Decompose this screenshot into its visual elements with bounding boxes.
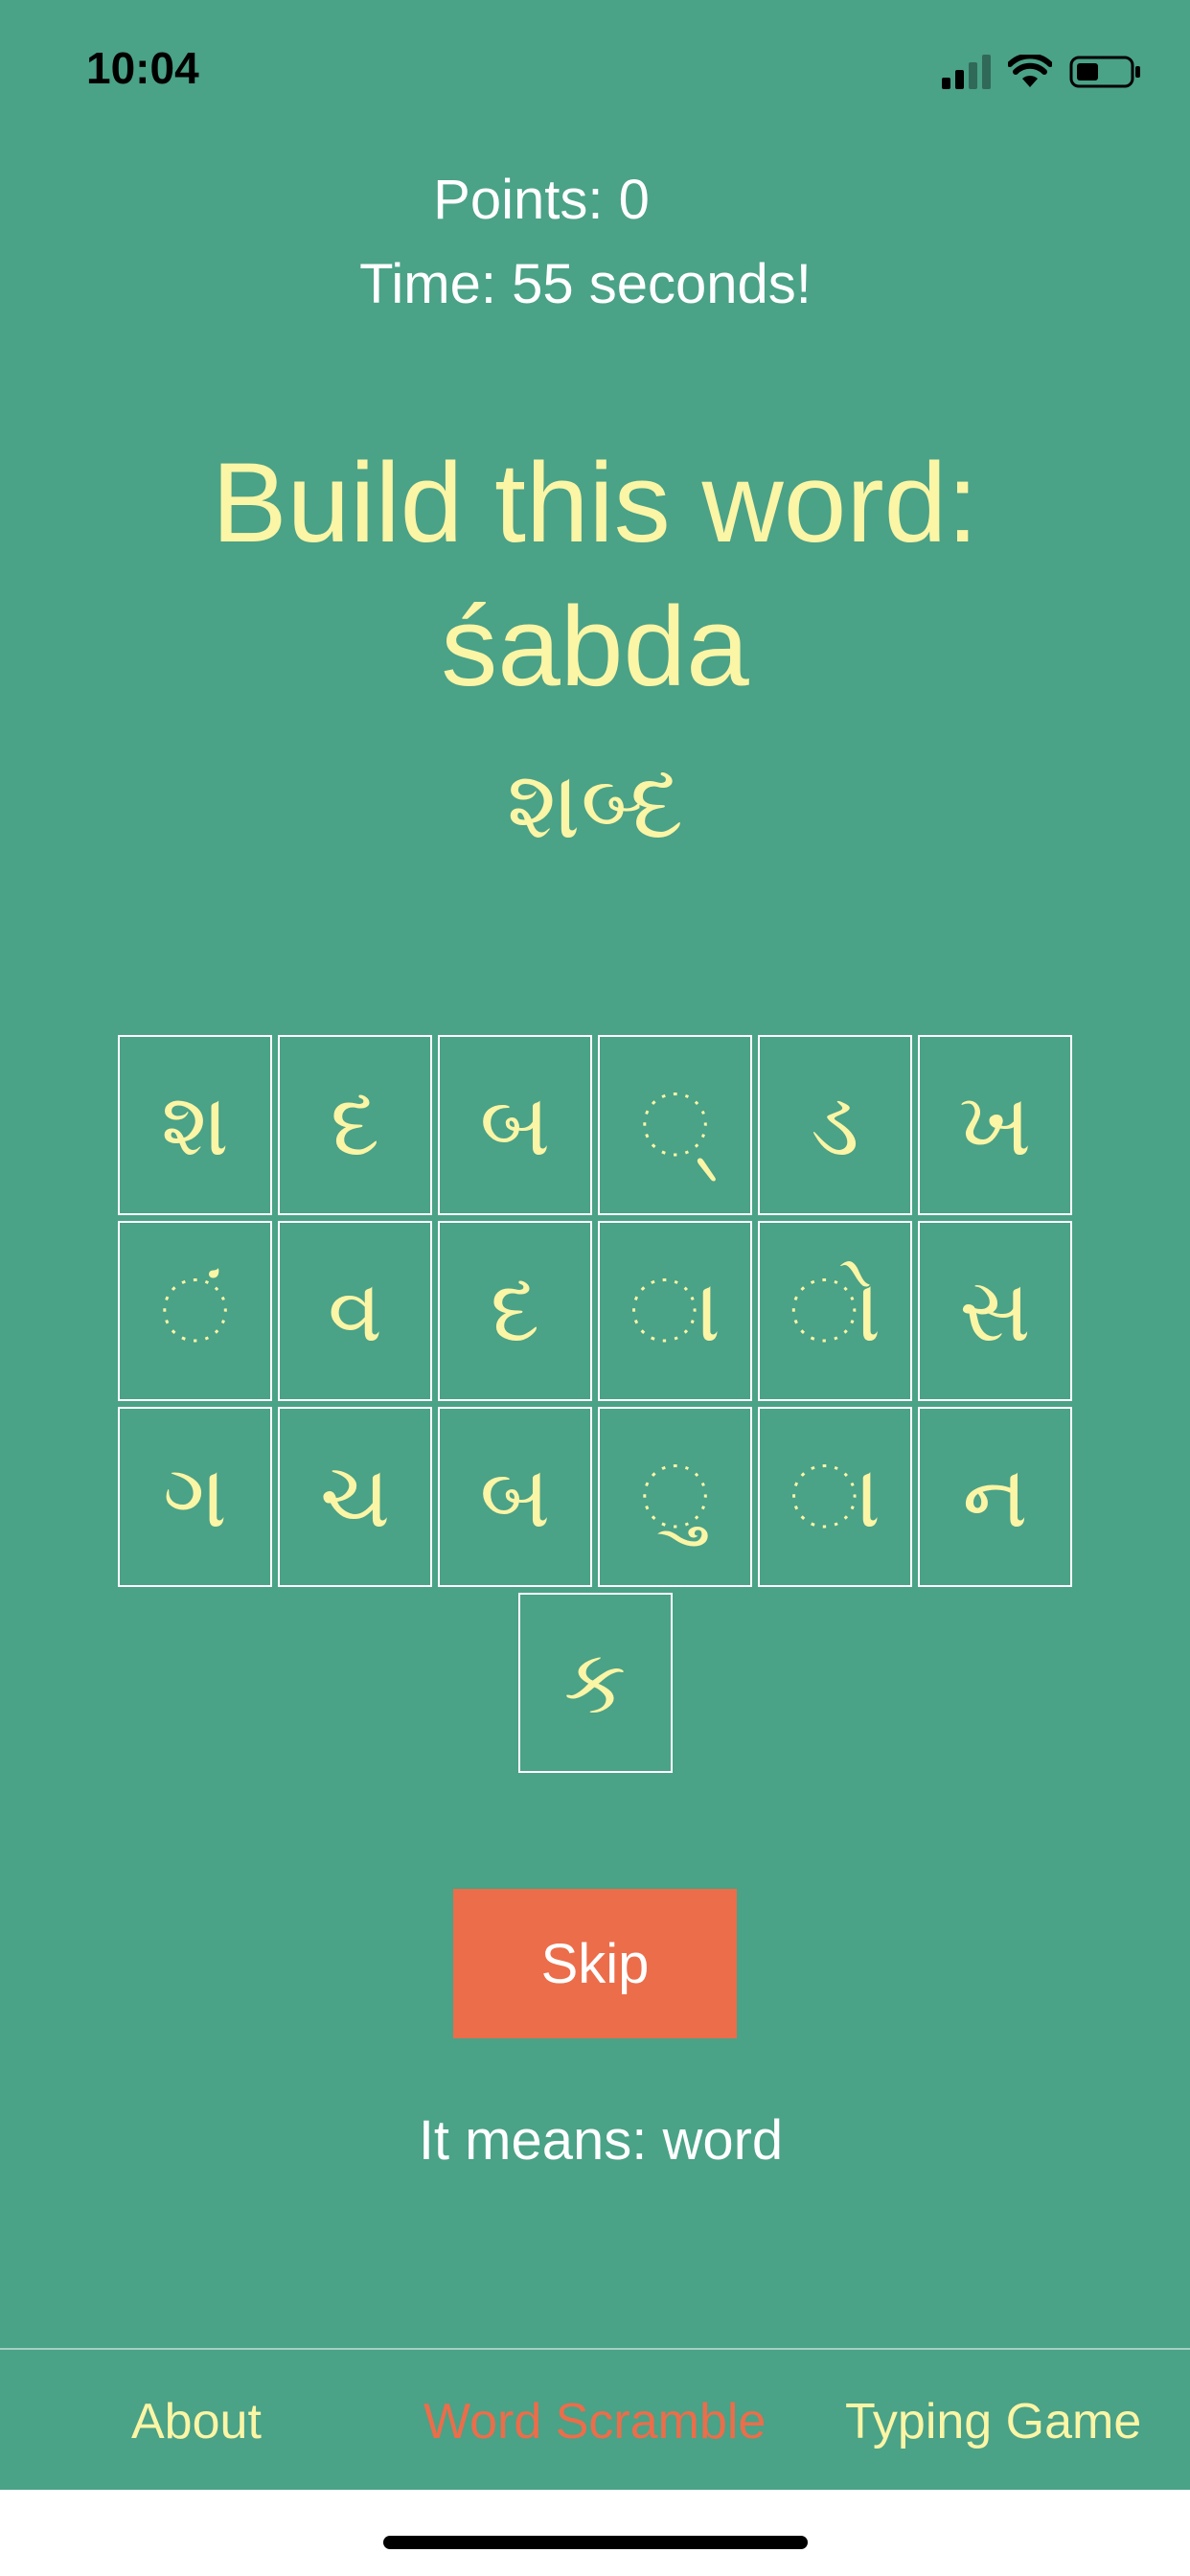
letter-tile[interactable]: સ (918, 1221, 1072, 1401)
tab-word-scramble[interactable]: Word Scramble (423, 2393, 766, 2450)
letter-tile[interactable]: ખ (918, 1035, 1072, 1215)
tile-row: ક (0, 1593, 1190, 1773)
letter-tile[interactable]: ક (517, 1593, 673, 1773)
letter-tile[interactable]: દ (438, 1221, 592, 1401)
letter-tile-grid: શ દ બ ◌્ ડ ખ ◌ં વ દ ◌ા ◌ો સ ગ ચ બ ◌ુ ◌ા … (0, 1035, 1190, 1779)
letter-tile[interactable]: ◌ુ (598, 1407, 752, 1587)
home-indicator-area (0, 2490, 1190, 2576)
tile-row: ◌ં વ દ ◌ા ◌ો સ (0, 1221, 1190, 1401)
letter-tile[interactable]: ◌ો (758, 1221, 912, 1401)
letter-tile[interactable]: ન (918, 1407, 1072, 1587)
word-prompt: Build this word: śabda શબ્દ (0, 431, 1190, 882)
status-time: 10:04 (86, 43, 199, 93)
tab-bar: About Word Scramble Typing Game (0, 2348, 1190, 2490)
letter-tile[interactable]: ગ (118, 1407, 272, 1587)
target-gujarati-word: શબ્દ (506, 751, 684, 859)
letter-tile[interactable]: વ (278, 1221, 432, 1401)
word-meaning: It means: word (418, 2109, 784, 2172)
status-bar: 10:04 (0, 0, 1190, 134)
home-indicator[interactable] (383, 2536, 808, 2549)
letter-tile[interactable]: દ (278, 1035, 432, 1215)
signal-icon (942, 55, 991, 89)
skip-button[interactable]: Skip (453, 1889, 737, 2038)
prompt-heading: Build this word: (211, 440, 979, 566)
letter-tile[interactable]: ડ (758, 1035, 912, 1215)
letter-tile[interactable]: ◌્ (598, 1035, 752, 1215)
status-icons (942, 48, 1142, 96)
battery-icon (1069, 56, 1140, 88)
letter-tile[interactable]: ◌ા (758, 1407, 912, 1587)
tile-row: ગ ચ બ ◌ુ ◌ા ન (0, 1407, 1190, 1587)
letter-tile[interactable]: ચ (278, 1407, 432, 1587)
wifi-icon (1008, 55, 1052, 87)
time-remaining-label: Time: 55 seconds! (359, 253, 812, 315)
tab-about[interactable]: About (131, 2393, 262, 2450)
tab-typing-game[interactable]: Typing Game (845, 2393, 1141, 2450)
points-label: Points: 0 (433, 169, 650, 231)
tile-row: શ દ બ ◌્ ડ ખ (0, 1035, 1190, 1215)
letter-tile[interactable]: શ (118, 1035, 272, 1215)
letter-tile[interactable]: બ (438, 1407, 592, 1587)
letter-tile[interactable]: બ (438, 1035, 592, 1215)
letter-tile[interactable]: ◌ા (598, 1221, 752, 1401)
letter-tile[interactable]: ◌ં (118, 1221, 272, 1401)
target-transliteration: śabda (441, 584, 749, 710)
